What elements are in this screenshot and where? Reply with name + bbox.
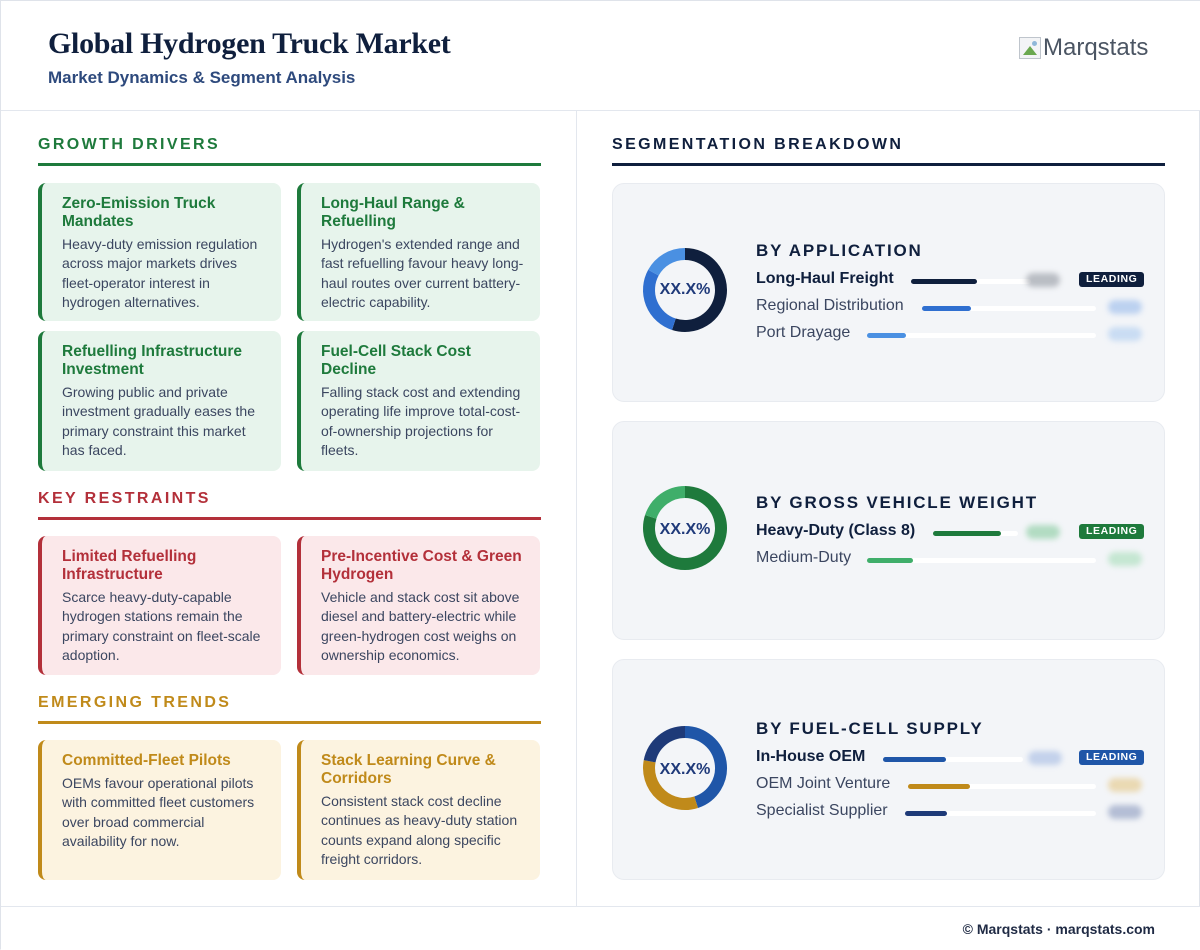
- card-title: Pre-Incentive Cost & Green Hydrogen: [321, 548, 522, 583]
- share-bar-fill: [905, 811, 947, 816]
- logo-text: Marqstats: [1043, 34, 1149, 61]
- card-body: Scarce heavy-duty-capable hydrogen stati…: [62, 589, 261, 663]
- segment-card-gross-vehicle-weight: XX.X% BY GROSS VEHICLE WEIGHT Heavy-Duty…: [612, 421, 1165, 640]
- segment-row: Heavy-Duty (Class 8) LEADING: [756, 522, 1145, 544]
- share-bar-fill: [867, 558, 913, 563]
- share-bar-fill: [911, 279, 977, 284]
- share-bar-track: [933, 531, 1018, 536]
- card-title: Stack Learning Curve & Corridors: [321, 752, 496, 787]
- trend-card: Stack Learning Curve & Corridors Consist…: [297, 740, 540, 880]
- share-bar-fill: [908, 784, 970, 789]
- card-body: OEMs favour operational pilots with comm…: [62, 775, 255, 849]
- share-bar-track: [883, 757, 1023, 762]
- segment-row-label: Regional Distribution: [756, 297, 904, 314]
- share-bar-track: [867, 558, 1096, 563]
- donut-slice-1: [645, 486, 686, 520]
- card-title: Limited Refuelling Infrastructure: [62, 548, 197, 583]
- segment-row-label: Port Drayage: [756, 324, 851, 341]
- segment-title: BY GROSS VEHICLE WEIGHT: [756, 493, 1038, 512]
- segment-row: In-House OEM LEADING: [756, 748, 1145, 770]
- segment-title: BY APPLICATION: [756, 241, 923, 260]
- obscured-value: [1108, 327, 1142, 341]
- card-body: Hydrogen's extended range and fast refue…: [321, 236, 524, 310]
- card-title: Committed-Fleet Pilots: [62, 752, 231, 769]
- segment-title: BY FUEL-CELL SUPPLY: [756, 719, 984, 738]
- share-bar-track: [867, 333, 1096, 338]
- broken-image-icon: [1019, 37, 1041, 59]
- donut-slice-2: [643, 726, 686, 763]
- brand-logo[interactable]: Marqstats: [1019, 34, 1148, 62]
- emerging-trends-heading: EMERGING TRENDS: [38, 694, 232, 711]
- footer: © Marqstats · marqstats.com: [1, 906, 1200, 950]
- growth-driver-card: Fuel-Cell Stack Cost Decline Falling sta…: [297, 331, 540, 471]
- card-body: Heavy-duty emission regulation across ma…: [62, 236, 258, 310]
- card-body: Consistent stack cost decline continues …: [321, 793, 518, 867]
- obscured-value: [1026, 525, 1060, 539]
- share-bar-track: [908, 784, 1096, 789]
- segment-card-fuel-cell-supply: XX.X% BY FUEL-CELL SUPPLY In-House OEM L…: [612, 659, 1165, 880]
- segment-card-application: XX.X% BY APPLICATION Long-Haul Freight L…: [612, 183, 1165, 402]
- segment-row-label: In-House OEM: [756, 748, 866, 765]
- obscured-value: [1108, 300, 1142, 314]
- growth-driver-card: Long-Haul Range & Refuelling Hydrogen's …: [297, 183, 540, 321]
- segment-row-label: Medium-Duty: [756, 549, 852, 566]
- segmentation-rule: [612, 163, 1165, 166]
- leading-badge: LEADING: [1079, 524, 1145, 539]
- segment-row-label: Long-Haul Freight: [756, 270, 894, 287]
- page-title: Global Hydrogen Truck Market: [48, 27, 451, 60]
- obscured-value: [1028, 751, 1062, 765]
- card-title: Zero-Emission Truck Mandates: [62, 195, 216, 230]
- share-bar-fill: [922, 306, 971, 311]
- segment-row: Port Drayage: [756, 324, 1142, 346]
- trend-card: Committed-Fleet Pilots OEMs favour opera…: [38, 740, 281, 880]
- share-bar-fill: [933, 531, 1001, 536]
- restraint-card: Pre-Incentive Cost & Green Hydrogen Vehi…: [297, 536, 540, 675]
- segment-row-label: OEM Joint Venture: [756, 775, 891, 792]
- obscured-value: [1108, 805, 1142, 819]
- growth-drivers-rule: [38, 163, 541, 166]
- obscured-value: [1026, 273, 1060, 287]
- card-body: Vehicle and stack cost sit above diesel …: [321, 589, 520, 663]
- obscured-value: [1108, 552, 1142, 566]
- card-body: Growing public and private investment gr…: [62, 384, 255, 458]
- growth-driver-card: Zero-Emission Truck Mandates Heavy-duty …: [38, 183, 281, 321]
- card-title: Refuelling Infrastructure Investment: [62, 343, 242, 378]
- segment-row: Medium-Duty: [756, 549, 1142, 571]
- market-dynamics-column: GROWTH DRIVERS Zero-Emission Truck Manda…: [1, 111, 577, 906]
- donut-label: XX.X%: [659, 281, 711, 298]
- obscured-value: [1108, 778, 1142, 792]
- card-title: Long-Haul Range & Refuelling: [321, 195, 465, 230]
- card-body: Falling stack cost and extending operati…: [321, 384, 521, 458]
- header: Global Hydrogen Truck Market Market Dyna…: [1, 1, 1200, 111]
- growth-driver-card: Refuelling Infrastructure Investment Gro…: [38, 331, 281, 471]
- emerging-trends-rule: [38, 721, 541, 724]
- leading-badge: LEADING: [1079, 272, 1145, 287]
- donut-label: XX.X%: [659, 521, 711, 538]
- leading-badge: LEADING: [1079, 750, 1145, 765]
- page: Global Hydrogen Truck Market Market Dyna…: [0, 0, 1200, 950]
- donut-slice-2: [648, 248, 686, 276]
- share-bar-fill: [867, 333, 906, 338]
- restraint-card: Limited Refuelling Infrastructure Scarce…: [38, 536, 281, 675]
- card-title: Fuel-Cell Stack Cost Decline: [321, 343, 471, 378]
- segmentation-heading: SEGMENTATION BREAKDOWN: [612, 136, 904, 153]
- footer-credit[interactable]: © Marqstats · marqstats.com: [963, 921, 1155, 937]
- key-restraints-rule: [38, 517, 541, 520]
- key-restraints-heading: KEY RESTRAINTS: [38, 490, 211, 507]
- segment-row: OEM Joint Venture: [756, 775, 1142, 797]
- segment-row: Specialist Supplier: [756, 802, 1142, 824]
- share-bar-track: [922, 306, 1096, 311]
- segment-row-label: Specialist Supplier: [756, 802, 888, 819]
- share-bar-fill: [883, 757, 946, 762]
- growth-drivers-heading: GROWTH DRIVERS: [38, 136, 221, 153]
- donut-label: XX.X%: [659, 761, 711, 778]
- segment-row-label: Heavy-Duty (Class 8): [756, 522, 916, 539]
- page-subtitle: Market Dynamics & Segment Analysis: [48, 68, 356, 87]
- share-bar-track: [905, 811, 1096, 816]
- segment-row: Regional Distribution: [756, 297, 1142, 319]
- share-bar-track: [911, 279, 1031, 284]
- segment-row: Long-Haul Freight LEADING: [756, 270, 1145, 292]
